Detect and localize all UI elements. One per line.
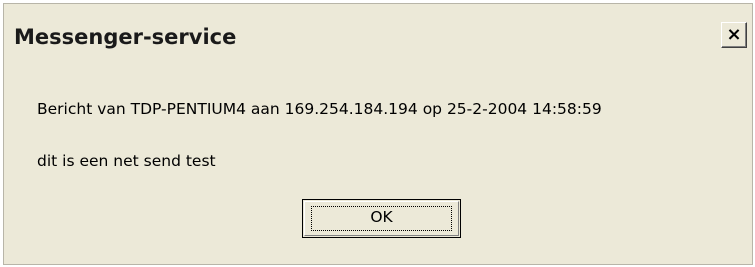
ok-button[interactable]: OK — [302, 199, 461, 238]
message-body: dit is een net send test — [37, 152, 216, 170]
message-header: Bericht van TDP-PENTIUM4 aan 169.254.184… — [37, 100, 602, 118]
close-icon: × — [726, 24, 742, 45]
messenger-dialog: Messenger-service × Bericht van TDP-PENT… — [3, 3, 753, 265]
ok-button-label: OK — [370, 208, 393, 226]
title-bar[interactable]: Messenger-service × — [4, 4, 752, 70]
close-button[interactable]: × — [721, 22, 747, 48]
window-title: Messenger-service — [14, 25, 237, 49]
